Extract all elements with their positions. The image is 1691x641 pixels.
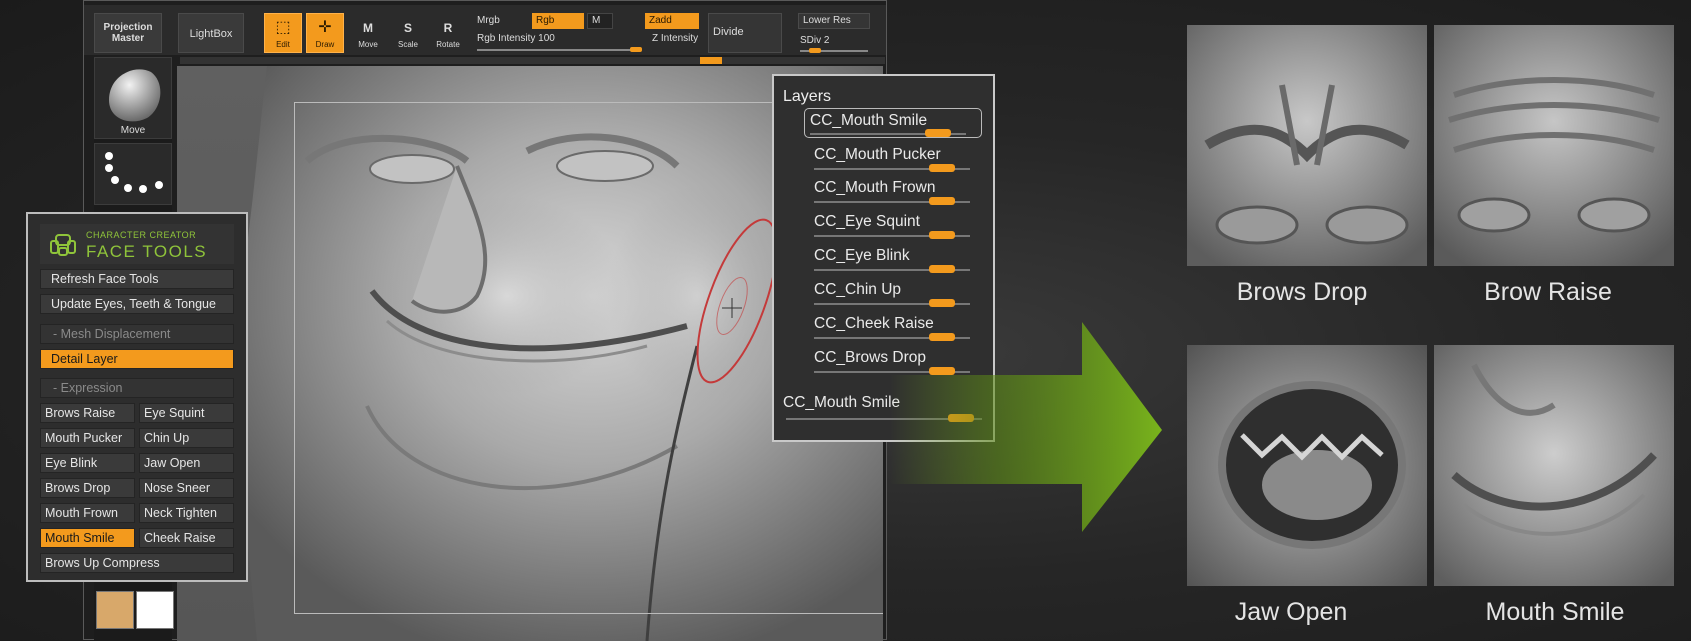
scale-button[interactable]: S Scale — [390, 13, 426, 53]
edit-label: Edit — [276, 40, 290, 49]
rgb-intensity-knob[interactable] — [630, 47, 642, 52]
draw-label: Draw — [315, 40, 335, 49]
secondary-color-swatch[interactable] — [136, 591, 174, 629]
layer-slider-knob[interactable] — [924, 129, 951, 137]
rotate-label: Rotate — [436, 40, 460, 49]
lower-res-button[interactable]: Lower Res — [798, 13, 870, 29]
mouth-pucker-button[interactable]: Mouth Pucker — [40, 428, 135, 448]
stroke-tile[interactable] — [94, 143, 172, 205]
cc-logo-icon — [50, 234, 76, 256]
rgb-intensity-track[interactable] — [477, 49, 633, 51]
nose-sneer-button[interactable]: Nose Sneer — [139, 478, 234, 498]
brows-drop-button[interactable]: Brows Drop — [40, 478, 135, 498]
brow-raise-caption: Brow Raise — [1484, 278, 1612, 306]
active-layer-label: CC_Mouth Smile — [783, 394, 901, 411]
face-tools-panel: CHARACTER CREATOR FACE TOOLS Refresh Fac… — [26, 212, 248, 582]
logo-line2: FACE TOOLS — [86, 242, 208, 261]
scale-label: Scale — [397, 40, 418, 49]
canvas-ruler — [180, 57, 885, 64]
mouth-smile-caption: Mouth Smile — [1485, 598, 1625, 626]
top-toolbar: Projection Master LightBox ⬚ Edit ✛ Draw… — [84, 5, 886, 55]
layer-name: CC_Mouth Pucker — [814, 146, 941, 163]
detail-layer-button[interactable]: Detail Layer — [40, 349, 234, 369]
chin-up-button[interactable]: Chin Up — [139, 428, 234, 448]
cheek-raise-button[interactable]: Cheek Raise — [139, 528, 234, 548]
layer-slider-knob[interactable] — [928, 164, 955, 172]
brush-label: Move — [120, 125, 146, 136]
jaw-open-button[interactable]: Jaw Open — [139, 453, 234, 473]
layer-name: CC_Chin Up — [814, 281, 902, 298]
zadd-toggle[interactable]: Zadd — [645, 13, 699, 29]
projection-master-label: Projection Master — [103, 22, 153, 44]
lightbox-button[interactable]: LightBox — [178, 13, 244, 53]
brows-up-compress-button[interactable]: Brows Up Compress — [40, 553, 234, 573]
layers-title: Layers — [783, 88, 832, 105]
sdiv-label[interactable]: SDiv 2 — [800, 35, 829, 46]
draw-icon: ✛ — [318, 19, 332, 36]
projection-master-button[interactable]: Projection Master — [94, 13, 162, 53]
refresh-face-tools-button[interactable]: Refresh Face Tools — [40, 269, 234, 289]
arrow-right-icon — [890, 322, 1162, 532]
z-intensity-label[interactable]: Z Intensity — [652, 33, 698, 44]
layer-row[interactable]: CC_Mouth Smile — [804, 108, 982, 138]
edit-button[interactable]: ⬚ Edit — [264, 13, 302, 53]
brush-tile[interactable]: Move — [94, 57, 172, 139]
lower-res-label: Lower Res — [803, 15, 851, 26]
divide-label: Divide — [713, 26, 744, 38]
move-icon: M — [363, 21, 373, 35]
brows-raise-button[interactable]: Brows Raise — [40, 403, 135, 423]
update-eyes-teeth-tongue-button[interactable]: Update Eyes, Teeth & Tongue — [40, 294, 234, 314]
mouth-smile-thumbnail — [1434, 345, 1674, 586]
layer-slider-knob[interactable] — [928, 265, 955, 273]
layer-slider-knob[interactable] — [928, 197, 955, 205]
move-label: Move — [358, 40, 378, 49]
move-brush-icon — [109, 69, 161, 122]
sdiv-knob[interactable] — [809, 48, 821, 53]
layer-name: CC_Eye Squint — [814, 213, 920, 230]
main-color-swatch[interactable] — [96, 591, 134, 629]
mrgb-toggle[interactable]: Mrgb — [477, 15, 500, 26]
dots-stroke-icon — [105, 152, 163, 193]
mouth-smile-button[interactable]: Mouth Smile — [40, 528, 135, 548]
edit-icon: ⬚ — [275, 19, 291, 36]
layer-row[interactable]: CC_Chin Up — [809, 277, 979, 307]
brow-raise-thumbnail — [1434, 25, 1674, 266]
brows-drop-thumbnail — [1187, 25, 1427, 266]
layer-slider-knob[interactable] — [928, 231, 955, 239]
face-tools-logo: CHARACTER CREATOR FACE TOOLS — [40, 224, 234, 264]
layer-row[interactable]: CC_Eye Squint — [809, 209, 979, 239]
layer-row[interactable]: CC_Mouth Pucker — [809, 142, 979, 172]
layer-name: CC_Mouth Smile — [810, 112, 928, 129]
rotate-icon: R — [443, 21, 453, 35]
brows-drop-caption: Brows Drop — [1236, 278, 1368, 306]
layer-slider-knob[interactable] — [928, 299, 955, 307]
mesh-displacement-section[interactable]: - Mesh Displacement — [40, 324, 234, 344]
layer-name: CC_Eye Blink — [814, 247, 910, 264]
eye-blink-button[interactable]: Eye Blink — [40, 453, 135, 473]
layer-name: CC_Mouth Frown — [814, 179, 936, 196]
m-toggle[interactable]: M — [587, 13, 613, 29]
rgb-intensity-label[interactable]: Rgb Intensity 100 — [477, 33, 555, 44]
ruler-marker — [700, 57, 722, 64]
jaw-open-caption: Jaw Open — [1234, 598, 1348, 626]
rotate-button[interactable]: R Rotate — [430, 13, 466, 53]
divide-button[interactable]: Divide — [708, 13, 782, 53]
expression-section[interactable]: - Expression — [40, 378, 234, 398]
logo-line1: CHARACTER CREATOR — [86, 230, 197, 240]
layer-row[interactable]: CC_Mouth Frown — [809, 175, 979, 205]
move-button[interactable]: M Move — [350, 13, 386, 53]
rgb-toggle[interactable]: Rgb — [532, 13, 584, 29]
eye-squint-button[interactable]: Eye Squint — [139, 403, 234, 423]
lightbox-label: LightBox — [189, 28, 233, 40]
jaw-open-thumbnail — [1187, 345, 1427, 586]
draw-button[interactable]: ✛ Draw — [306, 13, 344, 53]
neck-tighten-button[interactable]: Neck Tighten — [139, 503, 234, 523]
mouth-frown-button[interactable]: Mouth Frown — [40, 503, 135, 523]
layer-row[interactable]: CC_Eye Blink — [809, 243, 979, 273]
scale-icon: S — [403, 21, 412, 35]
